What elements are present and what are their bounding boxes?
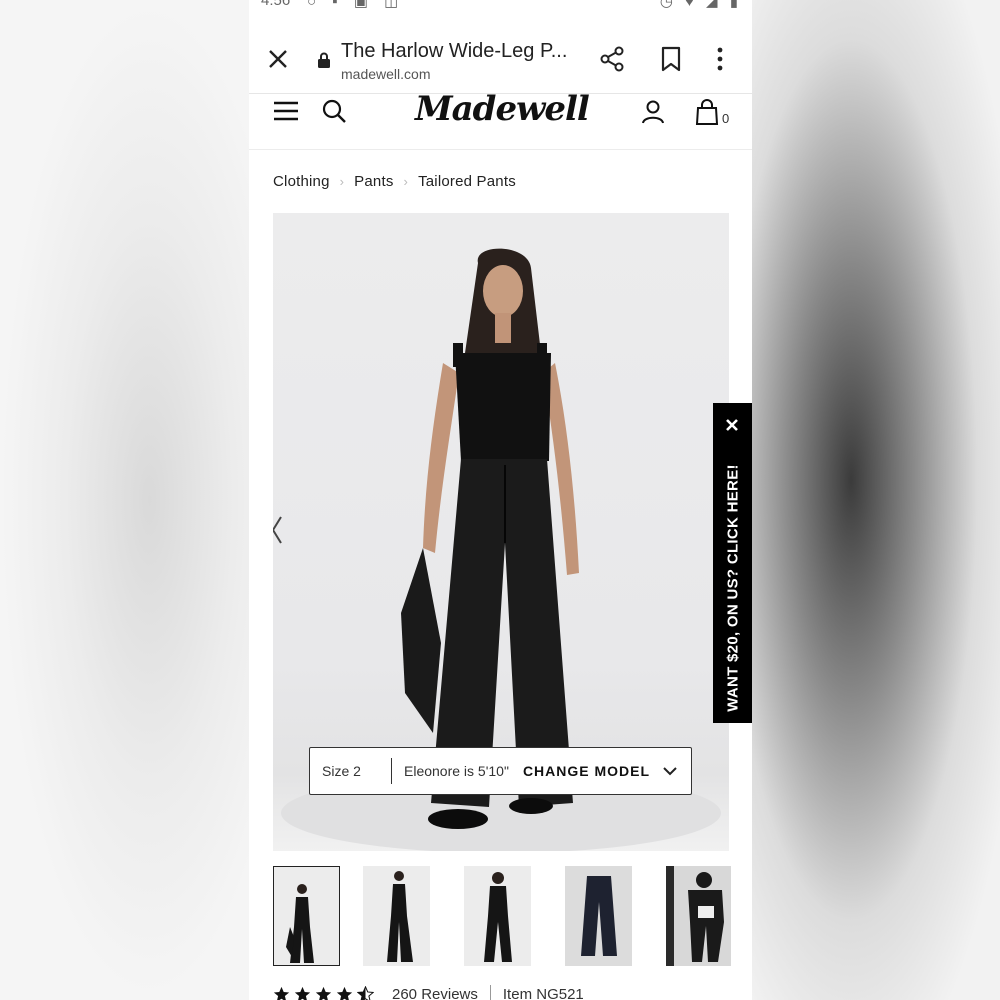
mobile-browser-screen: 4:56 ○ ▪ ▣ ◫ ◷ ♥ ◢ ▮ The Harlow Wide-Leg… [249,0,752,1000]
lock-icon [318,52,330,68]
thumbnail-front[interactable] [273,866,340,966]
star-icon [315,986,332,1000]
review-count-link[interactable]: 260 Reviews [392,986,478,1000]
site-header: Madewell 0 [249,89,752,150]
page-title[interactable]: The Harlow Wide-Leg P... [341,40,581,63]
thumbnail-flat-lay[interactable] [565,866,632,966]
status-time: 4:56 [261,0,291,9]
more-vert-icon[interactable] [715,46,725,72]
browser-toolbar: The Harlow Wide-Leg P... madewell.com [249,26,752,94]
search-icon[interactable] [321,98,347,124]
chevron-down-icon[interactable] [662,766,678,776]
close-icon[interactable] [265,46,291,72]
item-number: Item NG521 [502,985,584,1000]
madewell-logo[interactable]: Madewell [415,89,590,133]
share-icon[interactable] [599,46,625,72]
bookmark-icon[interactable] [659,46,683,72]
model-height-label: Eleonore is 5'10" [404,763,509,779]
promo-text[interactable]: WANT $20, ON US? CLICK HERE! [724,464,741,712]
background-blur-right [752,0,1000,1000]
thumbnail-outfit[interactable] [666,866,731,966]
half-star-icon [357,985,374,1000]
breadcrumb-item[interactable]: Pants [354,173,393,190]
thumbnail-strip [273,866,752,968]
status-bar: 4:56 ○ ▪ ▣ ◫ ◷ ♥ ◢ ▮ [249,0,752,12]
chevron-right-icon: › [403,173,409,189]
change-model-button[interactable]: CHANGE MODEL [523,763,650,779]
divider [489,985,491,1000]
system-icons: ◷ ♥ ◢ ▮ [659,0,742,10]
breadcrumb-item[interactable]: Tailored Pants [418,173,516,190]
star-rating[interactable] [273,985,374,1000]
background-blur-left [0,0,249,1000]
chevron-left-icon[interactable] [273,513,285,547]
notification-icons: ○ ▪ ▣ ◫ [307,0,405,10]
menu-icon[interactable] [273,100,299,122]
star-icon [273,986,290,1000]
bag-icon[interactable] [695,99,719,125]
close-icon[interactable] [724,417,740,433]
account-icon[interactable] [641,99,665,125]
product-reviews-row: 260 Reviews Item NG521 [273,982,584,1000]
star-icon [294,986,311,1000]
chevron-right-icon: › [339,173,345,189]
bag-count: 0 [722,111,730,126]
model-size-bar: Size 2 Eleonore is 5'10" CHANGE MODEL [309,747,692,795]
breadcrumb-item[interactable]: Clothing [273,173,330,190]
model-size-label: Size 2 [310,758,392,784]
star-icon [336,986,353,1000]
breadcrumb: Clothing › Pants › Tailored Pants [273,171,516,191]
thumbnail-back[interactable] [464,866,531,966]
page-domain[interactable]: madewell.com [341,66,430,82]
promo-side-tab[interactable]: WANT $20, ON US? CLICK HERE! [713,403,752,723]
thumbnail-side[interactable] [363,866,430,966]
